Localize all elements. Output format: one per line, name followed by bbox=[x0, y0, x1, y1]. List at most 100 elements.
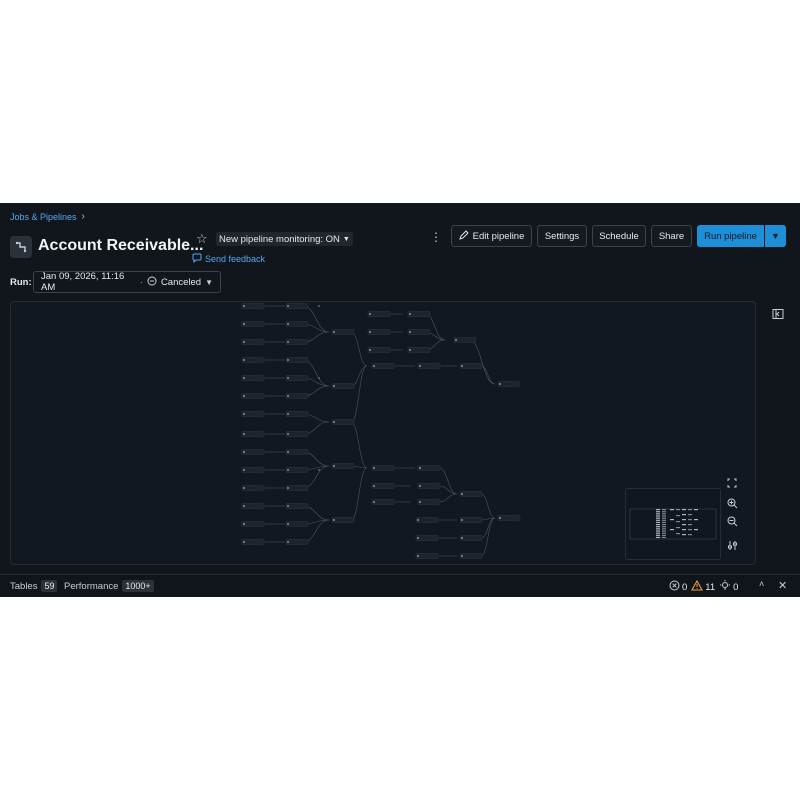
graph-edge bbox=[468, 339, 496, 385]
minimap-viewport[interactable] bbox=[629, 508, 717, 540]
minimap-node bbox=[676, 509, 680, 511]
star-icon[interactable]: ☆ bbox=[196, 231, 208, 247]
graph-node[interactable] bbox=[241, 485, 265, 491]
run-pipeline-dropdown[interactable]: ▼ bbox=[765, 225, 786, 247]
graph-node[interactable] bbox=[415, 517, 439, 523]
graph-node[interactable] bbox=[459, 535, 483, 541]
graph-node[interactable] bbox=[241, 467, 265, 473]
graph-node[interactable] bbox=[285, 539, 309, 545]
layout-settings-icon[interactable] bbox=[727, 540, 743, 556]
graph-node-icon bbox=[243, 469, 245, 471]
graph-node-icon bbox=[373, 365, 375, 367]
graph-node[interactable] bbox=[371, 363, 395, 369]
graph-node[interactable] bbox=[407, 329, 431, 335]
graph-node[interactable] bbox=[285, 503, 309, 509]
graph-node[interactable] bbox=[331, 329, 355, 335]
graph-node[interactable] bbox=[417, 483, 441, 489]
graph-minimap[interactable] bbox=[625, 488, 721, 560]
run-selector[interactable]: Jan 09, 2026, 11:16 AM · Canceled ▼ bbox=[33, 271, 221, 293]
graph-node[interactable] bbox=[285, 339, 309, 345]
graph-node[interactable] bbox=[241, 375, 265, 381]
graph-node[interactable] bbox=[331, 383, 355, 389]
settings-button[interactable]: Settings bbox=[537, 225, 587, 247]
graph-node[interactable] bbox=[407, 311, 431, 317]
run-separator: · bbox=[139, 276, 143, 288]
graph-node[interactable] bbox=[331, 463, 355, 469]
graph-node-icon bbox=[373, 467, 375, 469]
graph-node[interactable] bbox=[241, 339, 265, 345]
issue-summary[interactable]: 0 11 0 bbox=[669, 579, 738, 594]
graph-node[interactable] bbox=[371, 483, 395, 489]
graph-node[interactable] bbox=[285, 485, 309, 491]
schedule-button[interactable]: Schedule bbox=[592, 225, 646, 247]
graph-node[interactable] bbox=[417, 363, 441, 369]
graph-node[interactable] bbox=[241, 503, 265, 509]
run-pipeline-button[interactable]: Run pipeline bbox=[697, 225, 764, 247]
graph-node-icon bbox=[287, 359, 289, 361]
graph-node[interactable] bbox=[285, 375, 309, 381]
graph-node-icon bbox=[287, 395, 289, 397]
graph-node[interactable] bbox=[285, 521, 309, 527]
share-button[interactable]: Share bbox=[651, 225, 692, 247]
graph-node[interactable] bbox=[285, 467, 309, 473]
graph-node[interactable] bbox=[415, 553, 439, 559]
graph-node[interactable] bbox=[367, 311, 391, 317]
graph-node-icon bbox=[287, 413, 289, 415]
graph-node[interactable] bbox=[241, 393, 265, 399]
kebab-menu-icon[interactable]: ⋮ bbox=[430, 230, 442, 244]
graph-node[interactable] bbox=[371, 465, 395, 471]
graph-node[interactable] bbox=[459, 553, 483, 559]
pipeline-page: Jobs & Pipelines › Account Receivable...… bbox=[0, 203, 800, 597]
error-icon bbox=[669, 580, 680, 594]
graph-node[interactable] bbox=[241, 411, 265, 417]
send-feedback-link[interactable]: Send feedback bbox=[192, 253, 265, 265]
graph-node[interactable] bbox=[497, 381, 521, 387]
graph-node[interactable] bbox=[285, 431, 309, 437]
minimap-node bbox=[656, 524, 660, 526]
graph-node[interactable] bbox=[367, 329, 391, 335]
edit-pipeline-button[interactable]: Edit pipeline bbox=[451, 225, 532, 247]
performance-tab[interactable]: Performance 1000+ bbox=[64, 580, 154, 592]
tables-tab[interactable]: Tables 59 bbox=[10, 580, 58, 592]
pipeline-monitoring-toggle[interactable]: New pipeline monitoring: ON ▼ bbox=[216, 232, 353, 246]
graph-node[interactable] bbox=[459, 517, 483, 523]
graph-node[interactable] bbox=[331, 419, 355, 425]
zoom-in-icon[interactable] bbox=[727, 498, 743, 514]
graph-node[interactable] bbox=[241, 449, 265, 455]
graph-node[interactable] bbox=[285, 411, 309, 417]
graph-node[interactable] bbox=[459, 491, 483, 497]
pipeline-graph[interactable] bbox=[10, 301, 756, 565]
graph-node[interactable] bbox=[285, 449, 309, 455]
minimap-node bbox=[656, 530, 660, 532]
graph-node[interactable] bbox=[285, 303, 309, 309]
graph-node[interactable] bbox=[367, 347, 391, 353]
graph-node[interactable] bbox=[417, 465, 441, 471]
pipeline-icon bbox=[10, 236, 32, 258]
chevron-up-icon[interactable]: ˄ bbox=[759, 579, 764, 589]
graph-node[interactable] bbox=[285, 321, 309, 327]
graph-node[interactable] bbox=[371, 499, 395, 505]
graph-node[interactable] bbox=[285, 393, 309, 399]
graph-node[interactable] bbox=[415, 535, 439, 541]
fit-view-icon[interactable] bbox=[727, 478, 743, 494]
zoom-out-icon[interactable] bbox=[727, 516, 743, 532]
graph-node[interactable] bbox=[241, 303, 265, 309]
graph-node[interactable] bbox=[407, 347, 431, 353]
graph-node[interactable] bbox=[417, 499, 441, 505]
minimap-node bbox=[688, 509, 692, 511]
close-icon[interactable]: ✕ bbox=[778, 579, 787, 592]
graph-node[interactable] bbox=[453, 337, 477, 343]
minimap-node bbox=[656, 517, 660, 519]
minimap-node bbox=[662, 528, 666, 530]
graph-node[interactable] bbox=[285, 357, 309, 363]
side-panel-icon[interactable] bbox=[772, 307, 784, 319]
graph-node[interactable] bbox=[459, 363, 483, 369]
graph-node[interactable] bbox=[241, 357, 265, 363]
graph-node[interactable] bbox=[241, 431, 265, 437]
graph-node[interactable] bbox=[241, 539, 265, 545]
graph-node[interactable] bbox=[331, 517, 355, 523]
graph-node[interactable] bbox=[241, 321, 265, 327]
breadcrumb-jobs-pipelines[interactable]: Jobs & Pipelines bbox=[10, 212, 77, 222]
graph-node[interactable] bbox=[497, 515, 521, 521]
graph-node[interactable] bbox=[241, 521, 265, 527]
